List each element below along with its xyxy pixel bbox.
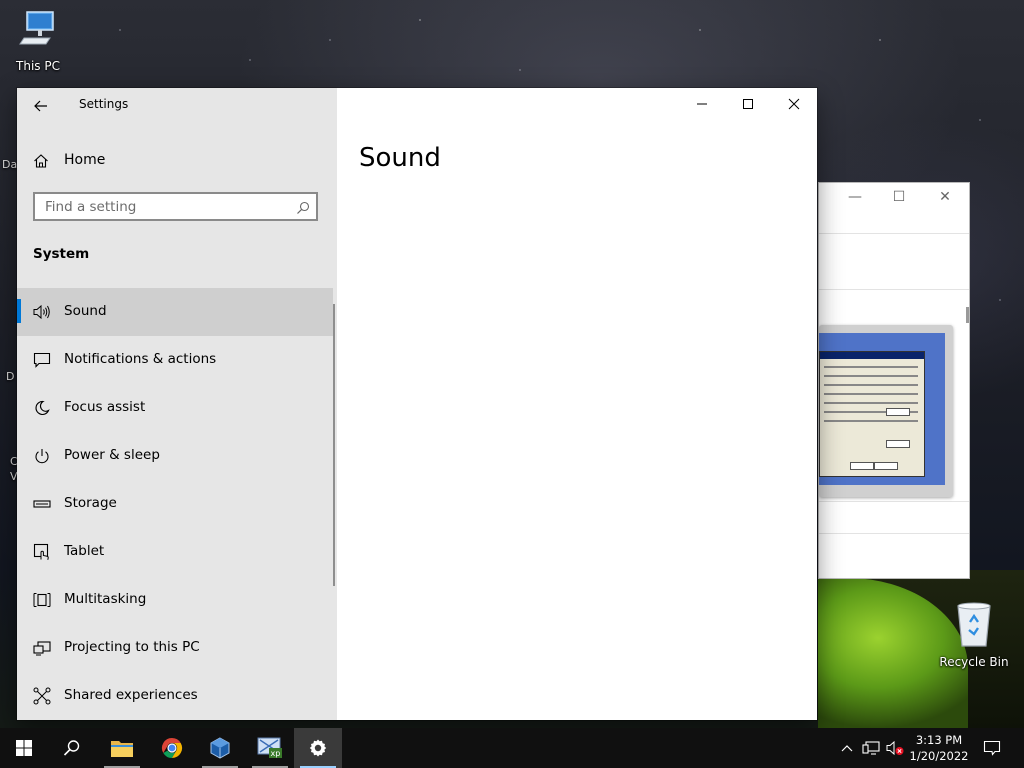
minimize-icon <box>697 103 707 105</box>
sidebar-item-label: Power & sleep <box>64 447 160 463</box>
maximize-icon <box>743 99 753 109</box>
search-field[interactable] <box>33 192 318 221</box>
sidebar-item-multitasking[interactable]: Multitasking <box>17 576 333 624</box>
section-heading-system: System <box>33 246 90 262</box>
clock-date: 1/20/2022 <box>909 749 969 763</box>
storage-icon <box>33 495 51 513</box>
sidebar-item-label: Tablet <box>64 543 105 559</box>
chrome-icon <box>161 737 183 759</box>
settings-icon <box>309 739 327 757</box>
sidebar-item-power-sleep[interactable]: Power & sleep <box>17 432 333 480</box>
sidebar-item-tablet[interactable]: Tablet <box>17 528 333 576</box>
chevron-up-icon <box>841 745 853 752</box>
nav-home[interactable]: Home <box>17 146 337 176</box>
back-button[interactable] <box>29 94 53 118</box>
taskbar-app-chrome[interactable] <box>148 728 196 768</box>
network-tray-button[interactable] <box>860 728 882 768</box>
divider <box>819 533 969 534</box>
start-icon <box>16 740 32 756</box>
moon-icon <box>33 399 51 417</box>
search-input[interactable] <box>35 194 295 219</box>
minimize-button[interactable] <box>679 88 725 120</box>
desktop-edge-text: Da <box>2 158 18 171</box>
taskbar-app-virtualbox[interactable] <box>196 728 244 768</box>
thumbnail-image <box>819 333 945 485</box>
minimize-icon[interactable]: — <box>845 189 865 205</box>
home-icon <box>33 153 49 173</box>
screenshot-thumbnail <box>819 325 953 497</box>
desktop-edge-text: D <box>6 370 15 383</box>
sidebar-item-label: Projecting to this PC <box>64 639 200 655</box>
search-icon[interactable] <box>296 200 310 219</box>
taskbar-search-button[interactable] <box>48 728 96 768</box>
desktop-icon-label: This PC <box>16 59 60 73</box>
svg-text:xp: xp <box>271 749 281 758</box>
file-explorer-icon <box>111 741 133 757</box>
background-window[interactable]: — ☐ ✕ <box>818 182 970 579</box>
taskbar-app-settings[interactable] <box>294 728 342 768</box>
power-icon <box>33 447 51 465</box>
desktop-icon-label: Recycle Bin <box>939 655 1009 669</box>
sidebar-item-label: Multitasking <box>64 591 147 607</box>
sidebar-item-label: Shared experiences <box>64 687 198 703</box>
notification-icon <box>983 740 1001 756</box>
app-title: Settings <box>79 97 129 111</box>
computer-icon <box>19 11 54 45</box>
settings-window[interactable]: Settings Home System <box>17 88 817 720</box>
shared-experiences-icon <box>33 687 51 705</box>
close-icon <box>788 98 800 110</box>
back-arrow-icon <box>34 100 47 112</box>
sidebar-scrollbar[interactable] <box>333 304 335 586</box>
divider <box>819 289 969 290</box>
sidebar-item-label: Storage <box>64 495 117 511</box>
sidebar-item-shared-experiences[interactable]: Shared experiences <box>17 672 333 720</box>
sidebar-item-storage[interactable]: Storage <box>17 480 333 528</box>
selection-accent <box>17 299 21 323</box>
start-button[interactable] <box>0 728 48 768</box>
multitasking-icon <box>33 591 51 609</box>
search-icon <box>63 740 80 756</box>
virtualbox-icon <box>210 737 230 759</box>
settings-sidebar: Settings Home System <box>17 88 337 720</box>
sidebar-item-focus-assist[interactable]: Focus assist <box>17 384 333 432</box>
scrollbar-thumb[interactable] <box>966 307 969 323</box>
sidebar-item-label: Focus assist <box>64 399 146 415</box>
desktop-icon-recycle-bin[interactable]: Recycle Bin <box>936 600 1012 669</box>
page-title: Sound <box>359 143 441 173</box>
sidebar-item-notifications[interactable]: Notifications & actions <box>17 336 333 384</box>
windows-xp-mode-icon: xp <box>257 737 282 758</box>
volume-muted-icon <box>886 740 904 756</box>
nav-home-label: Home <box>64 152 106 168</box>
projecting-icon <box>33 639 51 657</box>
maximize-button[interactable] <box>725 88 771 120</box>
settings-content: Sound <box>337 88 817 720</box>
clock-time: 3:13 PM <box>915 733 963 747</box>
taskbar-clock[interactable]: 3:13 PM 1/20/2022 <box>906 732 972 764</box>
desktop-icon-this-pc[interactable]: This PC <box>0 8 76 73</box>
taskbar: xp 3:13 PM 1/20/2022 <box>0 728 1024 768</box>
show-hidden-icons-button[interactable] <box>836 728 858 768</box>
taskbar-app-windows-xp-mode[interactable]: xp <box>246 728 294 768</box>
thumbnail-dialog <box>819 351 925 477</box>
recycle-bin-icon <box>957 602 991 647</box>
network-icon <box>862 741 880 755</box>
divider <box>819 501 969 502</box>
background-window-titlebar[interactable]: — ☐ ✕ <box>819 183 969 217</box>
sidebar-item-label: Notifications & actions <box>64 351 217 367</box>
sidebar-item-projecting[interactable]: Projecting to this PC <box>17 624 333 672</box>
speaker-icon <box>33 303 51 321</box>
action-center-button[interactable] <box>978 728 1006 768</box>
close-icon[interactable]: ✕ <box>935 189 955 205</box>
taskbar-app-file-explorer[interactable] <box>98 728 146 768</box>
sidebar-item-sound[interactable]: Sound <box>17 288 333 336</box>
sidebar-item-label: Sound <box>64 303 107 319</box>
tablet-icon <box>33 543 51 561</box>
maximize-icon[interactable]: ☐ <box>889 189 909 205</box>
divider <box>819 233 969 234</box>
close-button[interactable] <box>771 88 817 120</box>
notification-icon <box>33 351 51 369</box>
volume-tray-button[interactable] <box>884 728 906 768</box>
